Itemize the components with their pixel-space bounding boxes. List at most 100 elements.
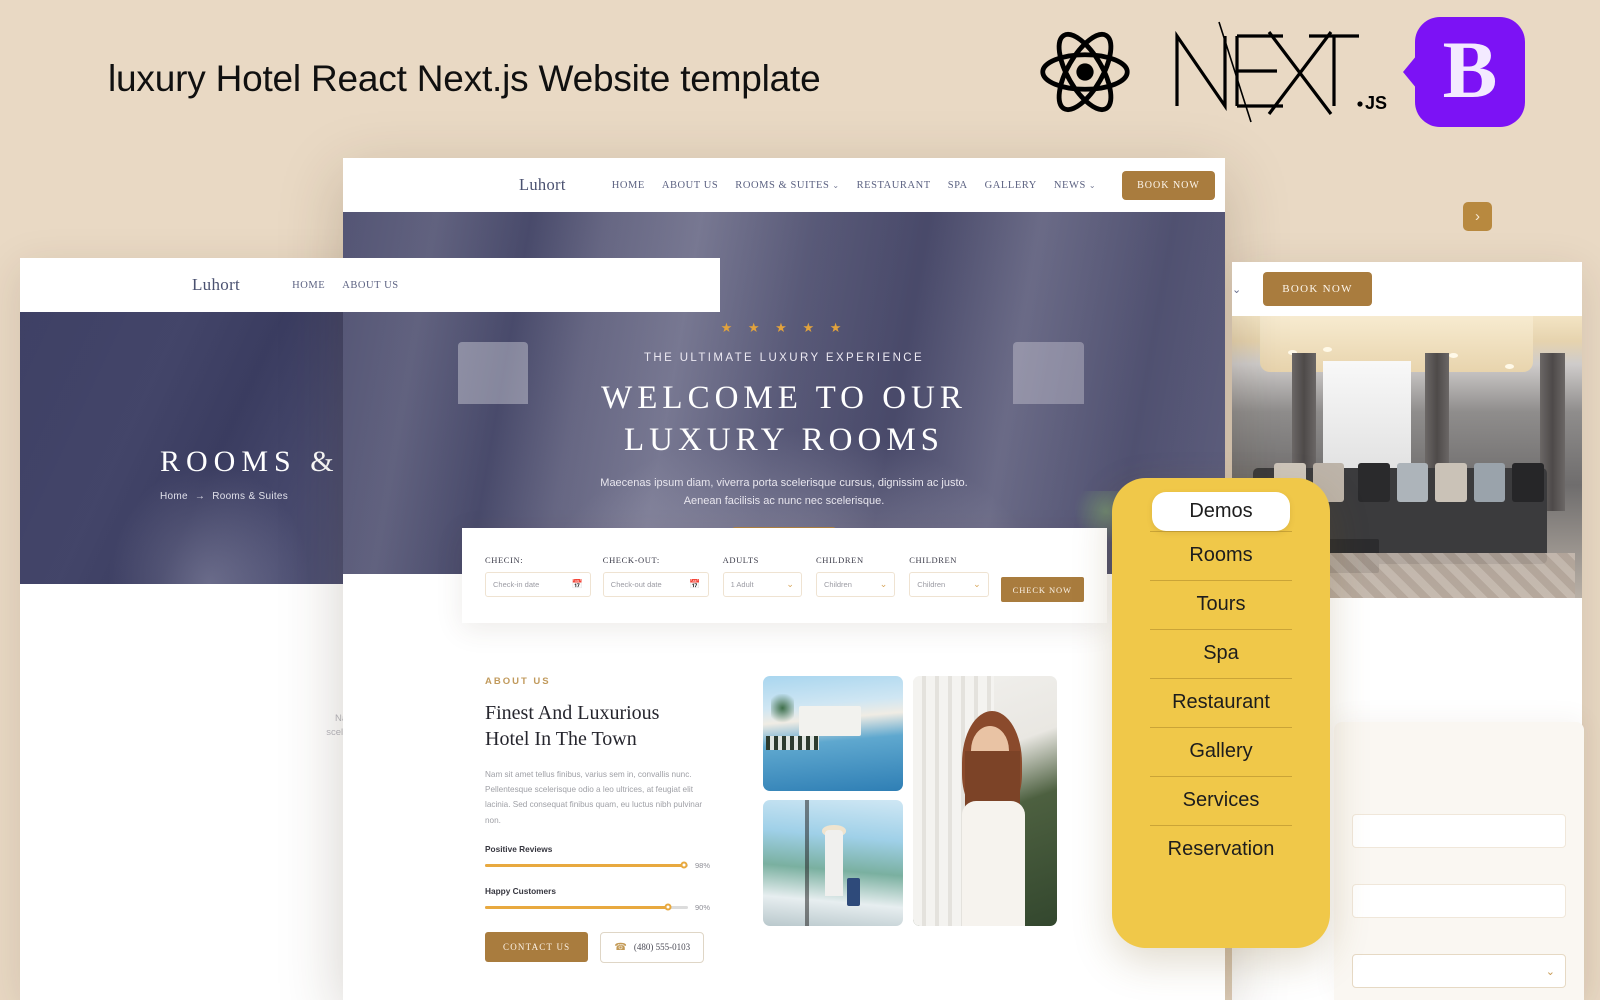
left-window-navbar: Luhort HOME ABOUT US bbox=[20, 258, 720, 312]
progress-label-positive-reviews: Positive Reviews bbox=[485, 843, 553, 854]
svg-text:JS: JS bbox=[1365, 93, 1387, 113]
progress-label-happy-customers: Happy Customers bbox=[485, 885, 557, 896]
chevron-down-icon: ⌄ bbox=[973, 579, 981, 589]
nav-item-restaurant[interactable]: RESTAURANT bbox=[857, 180, 931, 191]
progress-knob-positive-reviews[interactable] bbox=[680, 861, 688, 869]
booking-field-children-2: CHILDREN Children ⌄ bbox=[909, 555, 989, 597]
brand-logo[interactable]: Luhort bbox=[519, 175, 566, 195]
page-title: luxury Hotel React Next.js Website templ… bbox=[108, 58, 821, 99]
bootstrap-logo-icon: B bbox=[1415, 16, 1525, 127]
children-select-1[interactable]: Children ⌄ bbox=[815, 572, 896, 597]
left-nav-links: HOME ABOUT US bbox=[292, 280, 399, 291]
about-heading-line2: Hotel In The Town bbox=[485, 728, 637, 750]
checkin-date-input[interactable]: Check-in date 📅 bbox=[485, 572, 591, 597]
booking-field-children-1: CHILDREN Children ⌄ bbox=[815, 555, 896, 597]
gallery-image-balcony[interactable] bbox=[763, 800, 903, 926]
gallery-image-guest[interactable] bbox=[913, 676, 1057, 926]
carousel-next-arrow-button[interactable]: › bbox=[1463, 202, 1492, 231]
chevron-down-icon: ⌄ bbox=[786, 579, 794, 589]
hero-title: WELCOME TO OUR LUXURY ROOMS bbox=[601, 377, 967, 461]
progress-value-positive-reviews: 98% bbox=[695, 860, 711, 870]
chevron-down-icon: ⌄ bbox=[879, 579, 888, 589]
progress-happy-customers: Happy Customers 90% bbox=[485, 886, 715, 912]
booking-field-checkout: CHECK-OUT: Check-out date 📅 bbox=[602, 555, 709, 597]
phone-icon: ☎ bbox=[614, 941, 627, 953]
main-nav-links: HOME ABOUT US ROOMS & SUITES ⌄ RESTAURANT… bbox=[612, 180, 1096, 191]
progress-fill-positive-reviews bbox=[485, 863, 684, 867]
calendar-icon: 📅 bbox=[571, 579, 583, 589]
right-form-field-1[interactable] bbox=[1352, 814, 1566, 848]
booking-label-checkin: CHECIN: bbox=[485, 555, 524, 565]
booking-field-adults: ADULTS 1 Adult ⌄ bbox=[722, 555, 802, 597]
about-kicker: ABOUT US bbox=[485, 676, 551, 687]
adults-select[interactable]: 1 Adult ⌄ bbox=[722, 572, 802, 597]
checkout-date-value: Check-out date bbox=[610, 580, 662, 589]
about-actions: CONTACT US ☎ (480) 555-0103 bbox=[485, 931, 715, 963]
booking-form: CHECIN: Check-in date 📅 CHECK-OUT: Check… bbox=[462, 528, 1107, 623]
demo-menu-item-restaurant[interactable]: Restaurant bbox=[1126, 678, 1316, 727]
hero-rating-stars: ★ ★ ★ ★ ★ bbox=[720, 320, 848, 335]
nav-item-home[interactable]: HOME bbox=[612, 180, 645, 191]
nextjs-logo-icon: JS bbox=[1159, 14, 1389, 129]
adults-select-value: 1 Adult bbox=[730, 580, 754, 589]
left-nav-home[interactable]: HOME bbox=[292, 280, 325, 291]
progress-fill-happy-customers bbox=[485, 905, 668, 909]
nav-item-spa[interactable]: SPA bbox=[948, 180, 968, 191]
right-book-now-button[interactable]: BOOK NOW bbox=[1263, 272, 1372, 306]
about-gallery bbox=[761, 676, 1057, 926]
demo-menu-item-rooms[interactable]: Rooms bbox=[1126, 531, 1316, 580]
chevron-down-icon: ⌄ bbox=[1545, 965, 1555, 978]
progress-positive-reviews: Positive Reviews 98% bbox=[485, 844, 715, 870]
children-select-1-value: Children bbox=[823, 580, 852, 589]
hero-title-line2: LUXURY ROOMS bbox=[623, 422, 945, 459]
check-now-button[interactable]: CHECK NOW bbox=[1000, 577, 1084, 602]
breadcrumb-home[interactable]: Home bbox=[160, 491, 188, 502]
nav-item-news[interactable]: NEWS ⌄ bbox=[1054, 180, 1096, 191]
nav-item-about-us[interactable]: ABOUT US bbox=[662, 180, 718, 191]
calendar-icon: 📅 bbox=[689, 579, 701, 589]
chevron-down-icon: ⌄ bbox=[832, 180, 840, 190]
hero-subtitle: Maecenas ipsum diam, viverra porta scele… bbox=[600, 477, 968, 507]
demo-menu-item-services[interactable]: Services bbox=[1126, 776, 1316, 825]
left-brand-logo[interactable]: Luhort bbox=[192, 275, 240, 295]
booking-label-checkout: CHECK-OUT: bbox=[602, 555, 660, 565]
progress-track-happy-customers[interactable] bbox=[485, 903, 688, 911]
booking-label-children-2: CHILDREN bbox=[909, 555, 958, 565]
checkout-date-input[interactable]: Check-out date 📅 bbox=[602, 572, 709, 597]
nav-item-gallery[interactable]: GALLERY bbox=[985, 180, 1037, 191]
right-form-card: ⌄ bbox=[1334, 722, 1584, 1000]
progress-knob-happy-customers[interactable] bbox=[664, 903, 672, 911]
progress-value-happy-customers: 90% bbox=[695, 902, 711, 912]
demo-menu-item-spa[interactable]: Spa bbox=[1126, 629, 1316, 678]
react-logo-icon bbox=[1037, 24, 1133, 120]
about-heading: Finest And Luxurious Hotel In The Town bbox=[485, 700, 715, 752]
phone-button[interactable]: ☎ (480) 555-0103 bbox=[600, 931, 705, 963]
about-heading-line1: Finest And Luxurious bbox=[485, 702, 660, 724]
demo-menu-item-reservation[interactable]: Reservation bbox=[1126, 825, 1316, 874]
checkin-date-value: Check-in date bbox=[493, 580, 540, 589]
contact-us-button[interactable]: CONTACT US bbox=[485, 932, 589, 963]
breadcrumb: Home → Rooms & Suites bbox=[160, 491, 288, 502]
page-root: luxury Hotel React Next.js Website templ… bbox=[0, 0, 1600, 1000]
hero-kicker: THE ULTIMATE LUXURY EXPERIENCE bbox=[643, 352, 925, 364]
left-nav-about[interactable]: ABOUT US bbox=[342, 280, 398, 291]
right-form-field-2[interactable] bbox=[1352, 884, 1566, 918]
demo-menu-item-tours[interactable]: Tours bbox=[1126, 580, 1316, 629]
booking-label-children-1: CHILDREN bbox=[815, 555, 864, 565]
demo-menu-item-gallery[interactable]: Gallery bbox=[1126, 727, 1316, 776]
right-form-select[interactable]: ⌄ bbox=[1352, 954, 1566, 988]
bootstrap-logo-letter: B bbox=[1442, 23, 1498, 115]
main-navbar: Luhort HOME ABOUT US ROOMS & SUITES ⌄ RES… bbox=[343, 158, 1225, 212]
right-nav-chevron-down-icon[interactable]: ⌄ bbox=[1232, 283, 1241, 296]
breadcrumb-arrow-icon: → bbox=[194, 491, 206, 502]
booking-field-checkin: CHECIN: Check-in date 📅 bbox=[485, 555, 591, 597]
children-select-2[interactable]: Children ⌄ bbox=[909, 572, 989, 597]
nav-item-rooms-suites[interactable]: ROOMS & SUITES ⌄ bbox=[735, 180, 839, 191]
about-section: ABOUT US Finest And Luxurious Hotel In T… bbox=[485, 676, 1090, 963]
gallery-image-pool[interactable] bbox=[763, 676, 903, 791]
right-window-navbar: ⌄ BOOK NOW bbox=[1232, 262, 1582, 316]
demo-menu-item-demos[interactable]: Demos bbox=[1152, 492, 1290, 531]
booking-label-adults: ADULTS bbox=[722, 555, 759, 565]
book-now-button[interactable]: BOOK NOW bbox=[1122, 170, 1215, 200]
progress-track-positive-reviews[interactable] bbox=[485, 861, 688, 869]
